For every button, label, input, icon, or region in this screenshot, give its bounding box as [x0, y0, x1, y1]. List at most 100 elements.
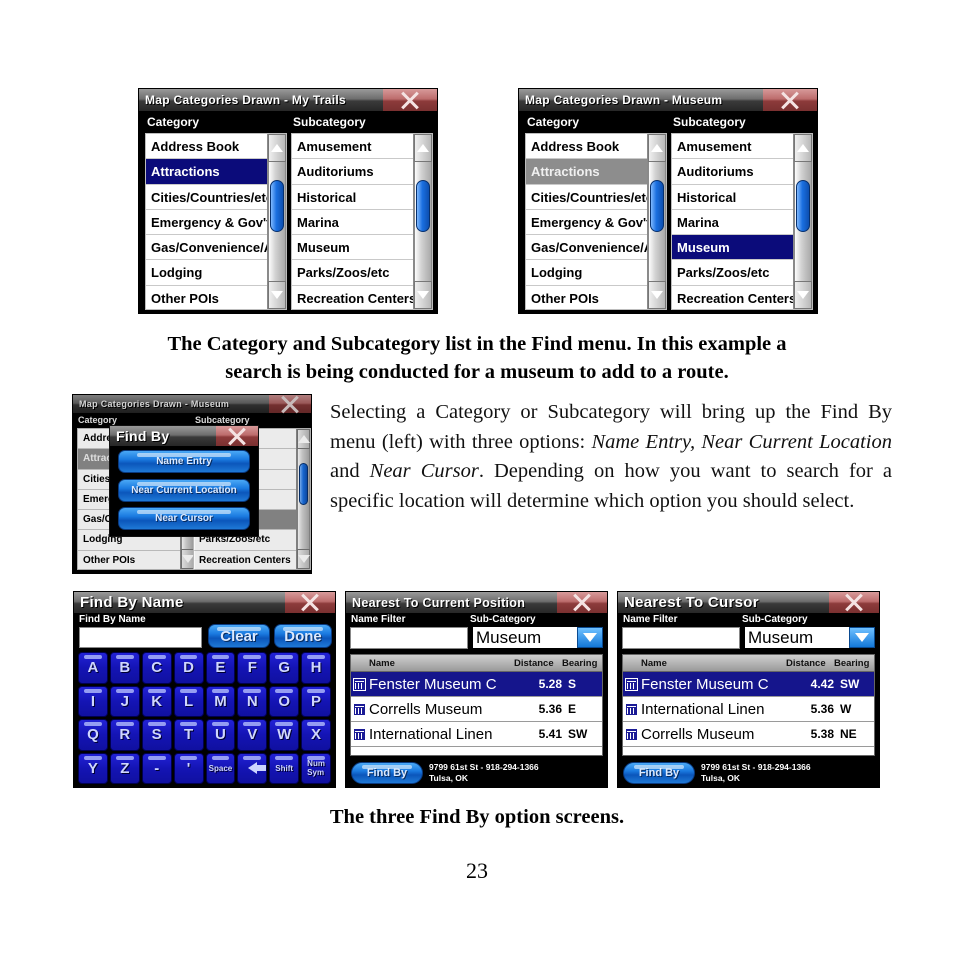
- scroll-down-arrow-icon[interactable]: [268, 281, 286, 309]
- list-item[interactable]: Other POIs: [146, 285, 267, 309]
- list-item[interactable]: Attractions: [146, 159, 267, 185]
- find-by-name-input[interactable]: [79, 627, 202, 648]
- close-x-icon[interactable]: [383, 89, 437, 111]
- key-l[interactable]: L: [173, 685, 204, 717]
- list-item[interactable]: Gas/Convenience/AT: [146, 235, 267, 261]
- list-item[interactable]: Address Book: [146, 134, 267, 160]
- scroll-track[interactable]: [414, 162, 432, 281]
- list-item[interactable]: Amusement: [292, 134, 413, 160]
- result-row[interactable]: Corrells Museum 5.38 NE: [623, 722, 874, 747]
- key-s[interactable]: S: [141, 719, 172, 751]
- scroll-track[interactable]: [268, 162, 286, 281]
- key-q[interactable]: Q: [78, 719, 108, 751]
- key-w[interactable]: W: [269, 719, 300, 751]
- find-by-button[interactable]: Find By: [351, 761, 423, 784]
- clear-button[interactable]: Clear: [208, 624, 270, 648]
- close-x-icon[interactable]: [269, 395, 311, 413]
- key-c[interactable]: C: [141, 652, 172, 684]
- key-m[interactable]: M: [205, 685, 236, 717]
- list-item[interactable]: Auditoriums: [672, 159, 793, 185]
- key-e[interactable]: E: [205, 652, 236, 684]
- scroll-up-arrow-icon[interactable]: [268, 134, 286, 162]
- key-d[interactable]: D: [173, 652, 204, 684]
- list-item[interactable]: Other POIs: [526, 285, 647, 309]
- sub-category-dropdown[interactable]: Museum: [743, 625, 877, 650]
- result-row[interactable]: International Linen 5.36 W: [623, 697, 874, 722]
- subcategory-listbox[interactable]: Amusement Auditoriums Historical Marina Muse…: [671, 133, 813, 310]
- close-x-icon[interactable]: [285, 592, 335, 613]
- key-f[interactable]: F: [237, 652, 268, 684]
- key-[interactable]: ': [173, 752, 204, 784]
- list-item[interactable]: Gas/Convenience/AT: [526, 235, 647, 261]
- key-i[interactable]: I: [78, 685, 108, 717]
- close-x-icon[interactable]: [557, 592, 607, 613]
- close-x-icon[interactable]: [829, 592, 879, 613]
- key-r[interactable]: R: [109, 719, 140, 751]
- name-filter-input[interactable]: [622, 627, 740, 649]
- key-z[interactable]: Z: [109, 752, 140, 784]
- scroll-down-arrow-icon[interactable]: [648, 281, 666, 309]
- find-by-option-button[interactable]: Name Entry: [118, 450, 250, 473]
- list-item[interactable]: Lodging: [146, 260, 267, 286]
- list-item[interactable]: Amusement: [672, 134, 793, 160]
- scroll-thumb[interactable]: [650, 180, 664, 232]
- result-row[interactable]: Corrells Museum 5.36 E: [351, 697, 602, 722]
- list-item[interactable]: Other POIs: [78, 550, 180, 569]
- chevron-down-icon[interactable]: [577, 627, 603, 648]
- key-a[interactable]: A: [78, 652, 108, 684]
- scroll-track[interactable]: [648, 162, 666, 281]
- close-x-icon[interactable]: [763, 89, 817, 111]
- backspace-arrow-icon[interactable]: [237, 752, 268, 784]
- sub-category-dropdown[interactable]: Museum: [471, 625, 605, 650]
- find-by-option-button[interactable]: Near Current Location: [118, 478, 250, 502]
- key-t[interactable]: T: [173, 719, 204, 751]
- list-item[interactable]: Recreation Centers: [292, 285, 413, 309]
- list-item[interactable]: Cities/Countries/etc: [146, 184, 267, 210]
- key-b[interactable]: B: [109, 652, 140, 684]
- key-o[interactable]: O: [269, 685, 300, 717]
- result-row[interactable]: International Linen 5.41 SW: [351, 722, 602, 747]
- list-item[interactable]: Lodging: [526, 260, 647, 286]
- find-by-button[interactable]: Find By: [623, 761, 695, 784]
- list-item[interactable]: Cities/Countries/etc: [526, 184, 647, 210]
- done-button[interactable]: Done: [274, 624, 332, 648]
- scroll-down-arrow-icon[interactable]: [297, 549, 310, 569]
- key-space[interactable]: Space: [205, 752, 236, 784]
- scroll-track[interactable]: [297, 449, 310, 549]
- list-item[interactable]: Marina: [292, 209, 413, 236]
- key-h[interactable]: H: [301, 652, 331, 684]
- scroll-up-arrow-icon[interactable]: [297, 429, 310, 449]
- key-[interactable]: -: [141, 752, 172, 784]
- key-j[interactable]: J: [109, 685, 140, 717]
- list-item[interactable]: Attractions: [526, 159, 647, 185]
- find-by-option-button[interactable]: Near Cursor: [118, 507, 250, 530]
- category-listbox[interactable]: Address Book Attractions Cities/Countries/…: [525, 133, 667, 310]
- list-item[interactable]: Museum: [292, 235, 413, 261]
- scroll-up-arrow-icon[interactable]: [414, 134, 432, 162]
- scroll-thumb[interactable]: [416, 180, 430, 232]
- list-item[interactable]: Recreation Centers: [672, 285, 793, 309]
- result-row[interactable]: Fenster Museum C 4.42 SW: [623, 672, 874, 697]
- list-item[interactable]: Historical: [292, 184, 413, 210]
- list-item[interactable]: Parks/Zoos/etc: [292, 260, 413, 286]
- subcategory-scrollbar[interactable]: [413, 134, 432, 309]
- key-k[interactable]: K: [141, 685, 172, 717]
- name-filter-input[interactable]: [350, 627, 468, 649]
- list-item[interactable]: Emergency & Gov't: [526, 209, 647, 236]
- list-item[interactable]: Auditoriums: [292, 159, 413, 185]
- key-num-sym[interactable]: Num Sym: [301, 752, 331, 784]
- list-item[interactable]: Emergency & Gov't: [146, 209, 267, 236]
- subcategory-listbox[interactable]: Amusement Auditoriums Historical Marina Muse…: [291, 133, 433, 310]
- scroll-thumb[interactable]: [299, 463, 308, 505]
- category-scrollbar[interactable]: [647, 134, 666, 309]
- category-listbox[interactable]: Address Book Attractions Cities/Countries/…: [145, 133, 287, 310]
- list-item[interactable]: Address Book: [526, 134, 647, 160]
- key-g[interactable]: G: [269, 652, 300, 684]
- key-v[interactable]: V: [237, 719, 268, 751]
- key-shift[interactable]: Shift: [269, 752, 300, 784]
- close-x-icon[interactable]: [216, 426, 258, 446]
- scroll-down-arrow-icon[interactable]: [794, 281, 812, 309]
- list-item[interactable]: Museum: [672, 235, 793, 261]
- key-y[interactable]: Y: [78, 752, 108, 784]
- chevron-down-icon[interactable]: [849, 627, 875, 648]
